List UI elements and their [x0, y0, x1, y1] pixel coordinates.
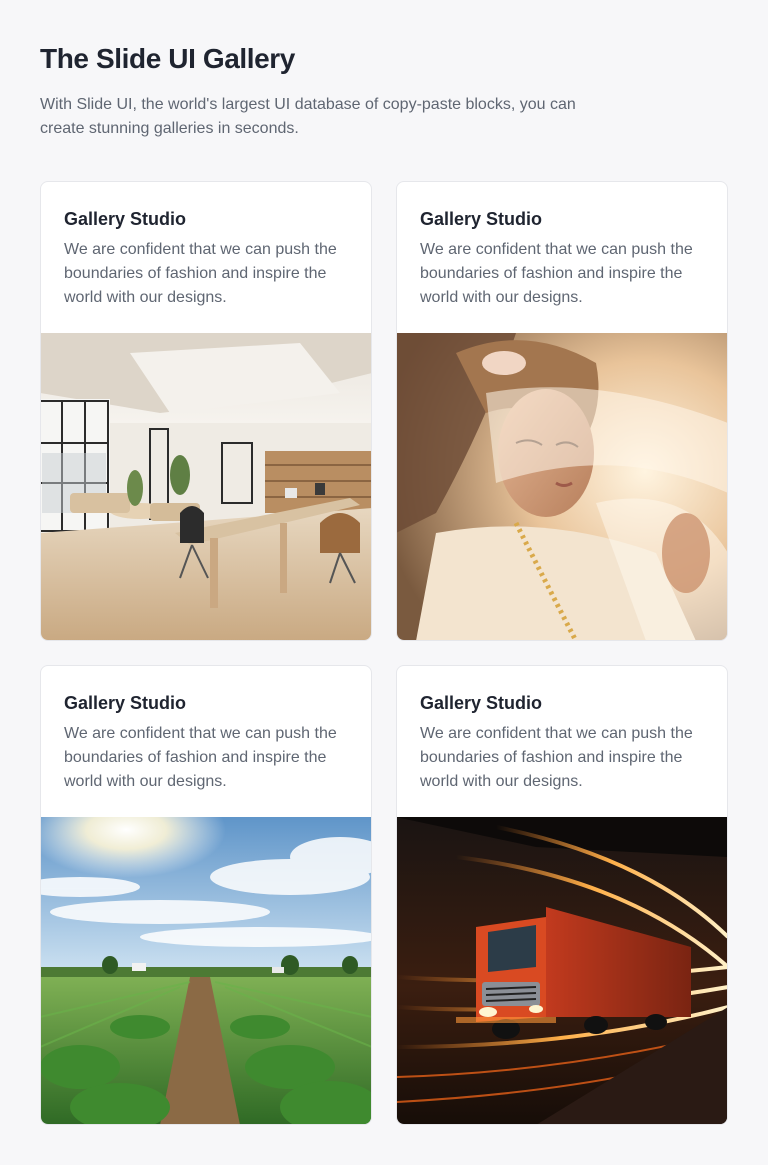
card-content: Gallery Studio We are confident that we …	[64, 691, 354, 794]
truck-motion-image	[397, 817, 727, 1124]
card-title: Gallery Studio	[420, 693, 543, 713]
page-subtitle: With Slide UI, the world's largest UI da…	[40, 96, 576, 137]
card-content: Gallery Studio We are confident that we …	[420, 691, 710, 794]
card-title: Gallery Studio	[64, 693, 187, 713]
office-interior-image	[41, 333, 371, 640]
gallery-card[interactable]: Gallery Studio We are confident that we …	[396, 181, 728, 641]
gallery-card[interactable]: Gallery Studio We are confident that we …	[40, 181, 372, 641]
woman-portrait-image	[397, 333, 727, 640]
page-title: The Slide UI Gallery	[40, 43, 295, 74]
card-description: We are confident that we can push the bo…	[64, 241, 337, 306]
gallery-card[interactable]: Gallery Studio We are confident that we …	[396, 665, 728, 1125]
card-description: We are confident that we can push the bo…	[420, 725, 693, 790]
card-content: Gallery Studio We are confident that we …	[420, 207, 710, 310]
gallery-grid: Gallery Studio We are confident that we …	[40, 181, 728, 1125]
card-description: We are confident that we can push the bo…	[420, 241, 693, 306]
card-content: Gallery Studio We are confident that we …	[64, 207, 354, 310]
gallery-card[interactable]: Gallery Studio We are confident that we …	[40, 665, 372, 1125]
card-title: Gallery Studio	[64, 209, 187, 229]
farm-field-image	[41, 817, 371, 1124]
card-title: Gallery Studio	[420, 209, 543, 229]
card-description: We are confident that we can push the bo…	[64, 725, 337, 790]
